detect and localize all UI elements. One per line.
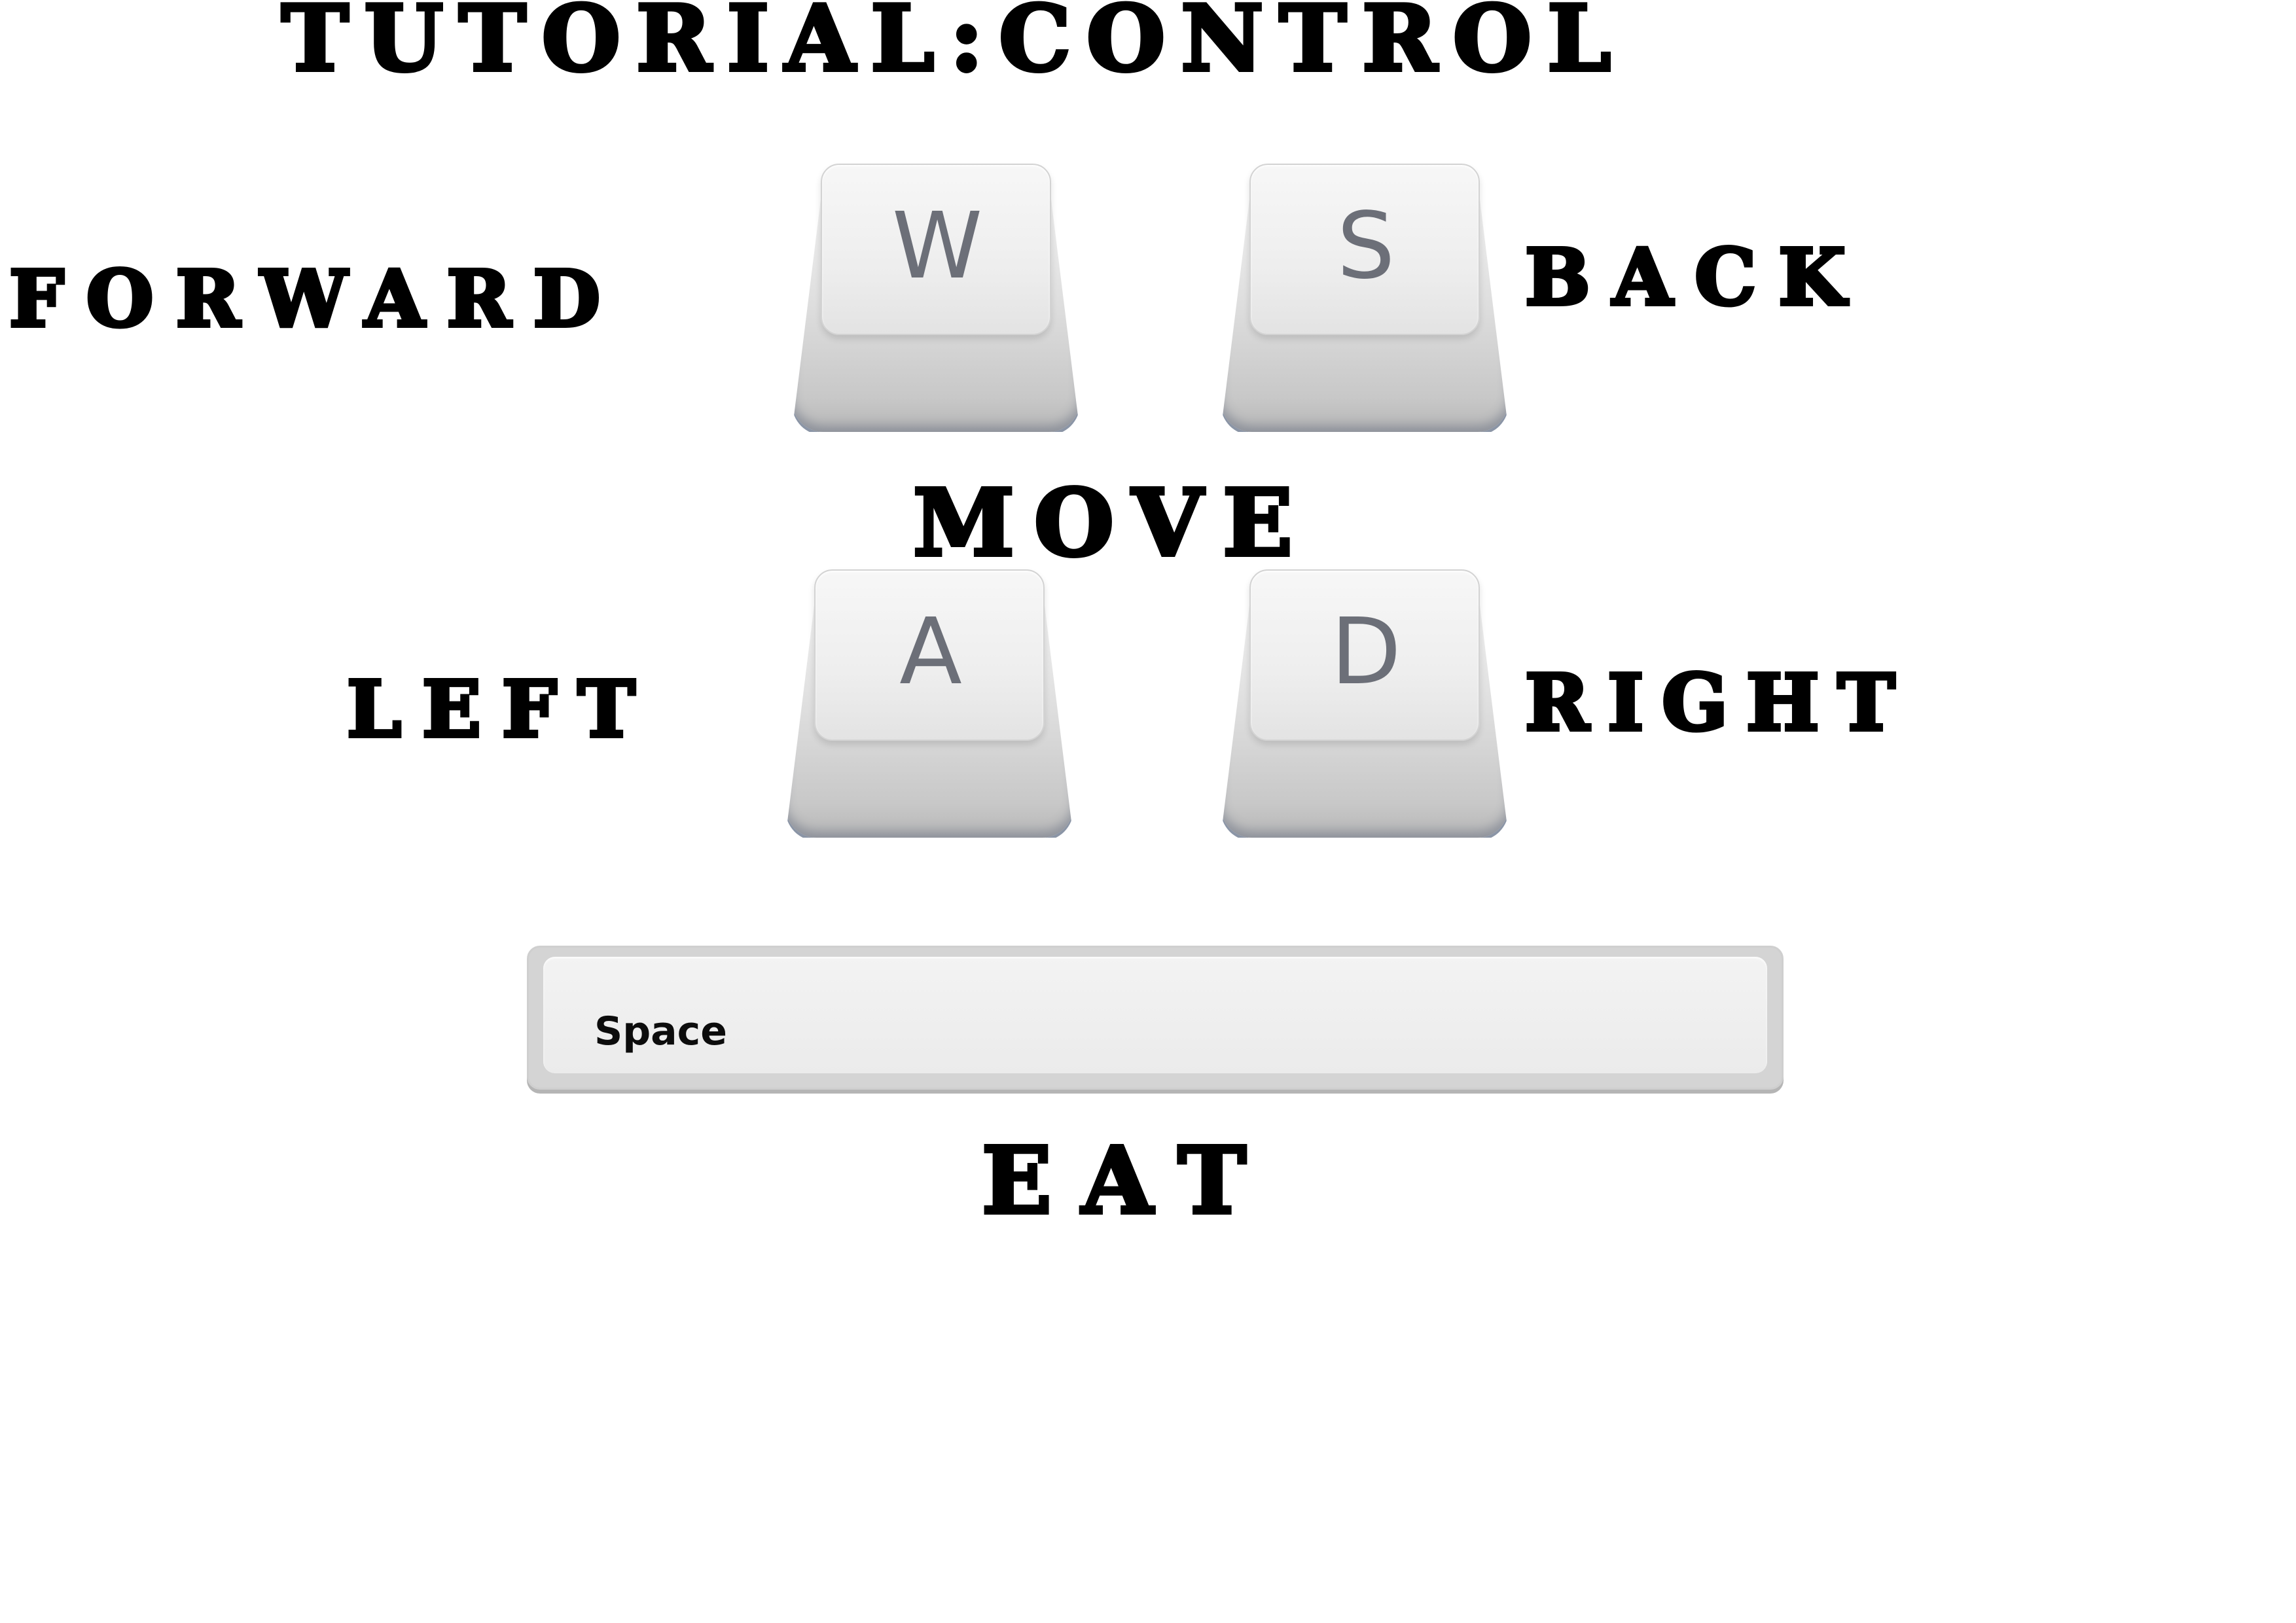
left-label: LEFT (345, 664, 656, 755)
w-key-face: W (821, 164, 1051, 335)
d-key-letter: D (1331, 599, 1401, 705)
forward-label: FORWARD (7, 253, 622, 344)
d-key-face: D (1249, 569, 1480, 741)
right-label: RIGHT (1523, 657, 1914, 748)
eat-label: EAT (980, 1128, 1276, 1235)
s-key-face: S (1249, 164, 1480, 335)
space-key-label: Space (594, 1008, 727, 1054)
a-key-letter: A (899, 599, 962, 705)
back-label: BACK (1523, 232, 1868, 323)
s-key-letter: S (1336, 193, 1395, 300)
a-key[interactable]: A (785, 569, 1073, 841)
w-key[interactable]: W (792, 164, 1080, 435)
w-key-letter: W (891, 193, 983, 300)
a-key-face: A (814, 569, 1045, 741)
space-key[interactable]: Space (527, 946, 1784, 1090)
move-label: MOVE (911, 470, 1312, 577)
d-key[interactable]: D (1221, 569, 1509, 841)
s-key[interactable]: S (1221, 164, 1509, 435)
page-title: TUTORIAL:CONTROL (279, 0, 1627, 92)
